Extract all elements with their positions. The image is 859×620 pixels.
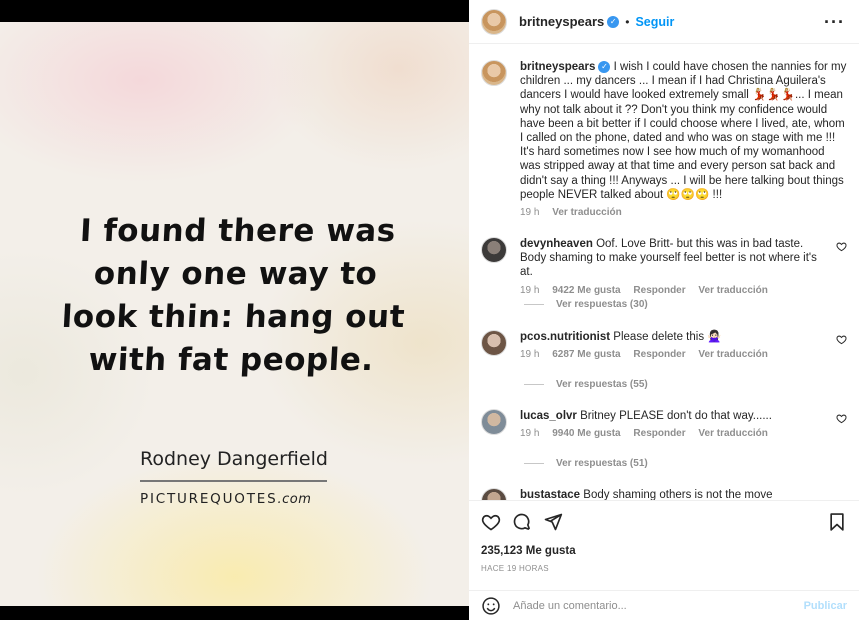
comment-username[interactable]: devynheaven xyxy=(520,238,593,250)
caption-meta: 19 h Ver traducción xyxy=(520,207,847,218)
share-send-icon[interactable] xyxy=(543,512,563,532)
comment-body: Please delete this 🙅🏻‍♀️ xyxy=(613,331,722,343)
instagram-post-modal: I found there was only one way to look t… xyxy=(0,0,859,620)
replies-line xyxy=(524,384,544,385)
like-heart-icon[interactable] xyxy=(481,512,501,532)
more-horizontal-icon[interactable]: ··· xyxy=(824,12,845,33)
post-time[interactable]: HACE 19 HORAS xyxy=(481,564,549,573)
avatar[interactable] xyxy=(481,409,507,435)
translate-link[interactable]: Ver traducción xyxy=(552,207,621,218)
comments-list[interactable]: britneyspears ✓ I wish I could have chose… xyxy=(469,45,859,500)
comment-bubble-icon[interactable] xyxy=(512,512,532,532)
verified-badge-icon: ✓ xyxy=(607,15,620,28)
brand-name: PICTUREQUOTES xyxy=(140,491,278,507)
comment-time[interactable]: 19 h xyxy=(520,428,539,439)
translate-link[interactable]: Ver traducción xyxy=(698,349,767,360)
likes-count[interactable]: 235,123 Me gusta xyxy=(481,545,576,557)
heart-icon[interactable] xyxy=(836,241,847,252)
avatar[interactable] xyxy=(481,8,507,35)
follow-button[interactable]: Seguir xyxy=(635,15,674,29)
comment-likes[interactable]: 9940 Me gusta xyxy=(552,428,620,439)
bookmark-icon[interactable] xyxy=(827,512,847,532)
quote-author: Rodney Dangerfield xyxy=(140,448,328,470)
header-username[interactable]: britneyspears xyxy=(519,14,604,29)
brand-watermark: PICTUREQUOTES.com xyxy=(140,491,311,507)
comment-time[interactable]: 19 h xyxy=(520,349,539,360)
avatar[interactable] xyxy=(481,60,507,86)
emoji-icon[interactable] xyxy=(481,596,501,616)
comment-meta: 19 h 6287 Me gusta Responder Ver traducc… xyxy=(520,349,827,360)
quote-line: look thin: hang out xyxy=(60,299,406,335)
verified-badge-icon: ✓ xyxy=(598,60,611,73)
comment-text: lucas_olvr Britney PLEASE don't do that … xyxy=(520,409,827,423)
comment-username[interactable]: pcos.nutritionist xyxy=(520,331,610,343)
view-replies-button[interactable]: Ver respuestas (30) xyxy=(524,299,648,310)
comment-text: bustastace Body shaming others is not th… xyxy=(520,488,827,500)
caption-time[interactable]: 19 h xyxy=(520,207,539,218)
post-image[interactable]: I found there was only one way to look t… xyxy=(0,22,469,606)
comment-meta: 19 h 9940 Me gusta Responder Ver traducc… xyxy=(520,428,827,439)
comment-likes[interactable]: 9422 Me gusta xyxy=(552,285,620,296)
view-replies-label: Ver respuestas (30) xyxy=(556,299,648,310)
action-bar: 235,123 Me gusta HACE 19 HORAS xyxy=(469,500,859,590)
comment-username[interactable]: lucas_olvr xyxy=(520,410,577,422)
comment-bar: Añade un comentario... Publicar xyxy=(469,590,859,620)
comment-time[interactable]: 19 h xyxy=(520,285,539,296)
caption-username[interactable]: britneyspears xyxy=(520,61,595,73)
comment-text: pcos.nutritionist Please delete this 🙅🏻‍… xyxy=(520,330,827,344)
caption-text: britneyspears ✓ I wish I could have chose… xyxy=(520,60,847,202)
divider xyxy=(140,480,327,482)
brand-suffix: .com xyxy=(277,492,312,507)
reply-button[interactable]: Responder xyxy=(633,349,685,360)
reply-button[interactable]: Responder xyxy=(633,428,685,439)
separator-dot: • xyxy=(625,14,630,29)
avatar[interactable] xyxy=(481,237,507,263)
view-replies-label: Ver respuestas (55) xyxy=(556,379,648,390)
post-header: britneyspears ✓ • Seguir ··· xyxy=(469,0,859,44)
avatar[interactable] xyxy=(481,488,507,500)
comment-body: Britney PLEASE don't do that way...... xyxy=(580,410,772,422)
quote-text: I found there was only one way to look t… xyxy=(0,210,469,382)
quote-line: only one way to xyxy=(93,256,379,292)
quote-line: with fat people. xyxy=(87,342,375,378)
comment-meta: 19 h 9422 Me gusta Responder Ver traducc… xyxy=(520,285,827,296)
translate-link[interactable]: Ver traducción xyxy=(698,428,767,439)
comment-username[interactable]: bustastace xyxy=(520,489,580,500)
replies-line xyxy=(524,304,544,305)
reply-button[interactable]: Responder xyxy=(633,285,685,296)
avatar[interactable] xyxy=(481,330,507,356)
translate-link[interactable]: Ver traducción xyxy=(698,285,767,296)
replies-line xyxy=(524,463,544,464)
comment-text: devynheaven Oof. Love Britt- but this wa… xyxy=(520,237,827,280)
heart-icon[interactable] xyxy=(836,334,847,345)
post-sidebar: britneyspears ✓ • Seguir ··· britneyspea… xyxy=(469,0,859,620)
publish-button[interactable]: Publicar xyxy=(804,600,847,612)
heart-icon[interactable] xyxy=(836,413,847,424)
view-replies-button[interactable]: Ver respuestas (55) xyxy=(524,379,648,390)
quote-line: I found there was xyxy=(79,213,397,249)
comment-likes[interactable]: 6287 Me gusta xyxy=(552,349,620,360)
view-replies-button[interactable]: Ver respuestas (51) xyxy=(524,458,648,469)
caption-body: I wish I could have chosen the nannies f… xyxy=(520,61,847,201)
comment-body: Body shaming others is not the move xyxy=(583,489,773,500)
view-replies-label: Ver respuestas (51) xyxy=(556,458,648,469)
